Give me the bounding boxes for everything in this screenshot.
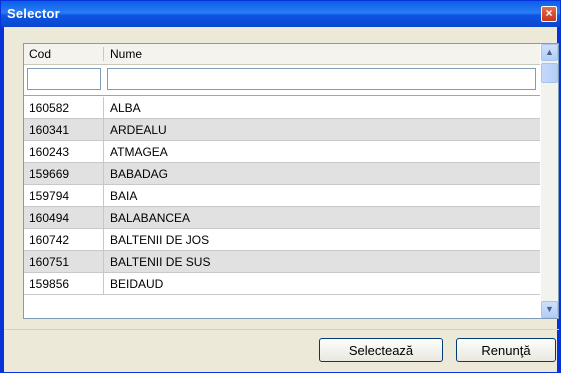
table-row[interactable]: 160243 ATMAGEA: [24, 141, 540, 163]
data-grid: Cod Nume 160582 ALBA 160341 ARDEALU 1602…: [23, 43, 559, 319]
cell-nume: BABADAG: [110, 167, 169, 181]
cell-cod: 160582: [29, 101, 70, 115]
column-header-nume[interactable]: Nume: [110, 47, 142, 61]
table-row[interactable]: 160751 BALTENII DE SUS: [24, 251, 540, 273]
cell-cod: 160494: [29, 211, 70, 225]
cell-cod: 160341: [29, 123, 70, 137]
cell-separator: [103, 273, 104, 294]
column-header-cod[interactable]: Cod: [29, 47, 51, 61]
cell-nume: BALTENII DE SUS: [110, 255, 211, 269]
close-icon[interactable]: ×: [541, 6, 557, 22]
cell-nume: BAIA: [110, 189, 138, 203]
cell-separator: [103, 141, 104, 162]
cell-nume: BEIDAUD: [110, 277, 164, 291]
table-row[interactable]: 160341 ARDEALU: [24, 119, 540, 141]
cell-nume: ALBA: [110, 101, 141, 115]
scrollbar-thumb[interactable]: [541, 63, 558, 83]
cell-cod: 160243: [29, 145, 70, 159]
grid-header: Cod Nume: [24, 44, 540, 65]
cell-cod: 159794: [29, 189, 70, 203]
cell-separator: [103, 163, 104, 184]
footer-divider: [4, 329, 559, 330]
table-row[interactable]: 160494 BALABANCEA: [24, 207, 540, 229]
vertical-scrollbar[interactable]: ▲ ▼: [541, 44, 558, 318]
nume-filter-input[interactable]: [107, 68, 536, 90]
cell-separator: [103, 251, 104, 272]
cell-cod: 160751: [29, 255, 70, 269]
title-bar[interactable]: Selector ×: [1, 1, 560, 27]
cell-separator: [103, 185, 104, 206]
cell-nume: ARDEALU: [110, 123, 167, 137]
cancel-button[interactable]: Renunţă: [456, 338, 556, 362]
column-separator[interactable]: [103, 47, 104, 61]
table-row[interactable]: 160742 BALTENII DE JOS: [24, 229, 540, 251]
cell-cod: 160742: [29, 233, 70, 247]
cod-filter-input[interactable]: [27, 68, 101, 90]
select-button[interactable]: Selectează: [319, 338, 443, 362]
scroll-down-icon[interactable]: ▼: [541, 301, 558, 318]
cell-nume: ATMAGEA: [110, 145, 168, 159]
cell-cod: 159669: [29, 167, 70, 181]
cell-separator: [103, 229, 104, 250]
scroll-up-icon[interactable]: ▲: [541, 44, 558, 61]
cell-separator: [103, 97, 104, 118]
cell-separator: [103, 119, 104, 140]
table-row[interactable]: 159794 BAIA: [24, 185, 540, 207]
grid-rows: 160582 ALBA 160341 ARDEALU 160243 ATMAGE…: [24, 97, 540, 295]
table-row[interactable]: 159669 BABADAG: [24, 163, 540, 185]
window-title: Selector: [7, 6, 60, 21]
cell-nume: BALABANCEA: [110, 211, 191, 225]
table-row[interactable]: 160582 ALBA: [24, 97, 540, 119]
table-row[interactable]: 159856 BEIDAUD: [24, 273, 540, 295]
selector-window: Selector × Cod Nume 160582 ALBA 160341 A…: [0, 0, 561, 373]
cell-nume: BALTENII DE JOS: [110, 233, 210, 247]
cell-separator: [103, 207, 104, 228]
cell-cod: 159856: [29, 277, 70, 291]
filter-row: [24, 65, 540, 96]
window-border-left: [1, 27, 4, 372]
